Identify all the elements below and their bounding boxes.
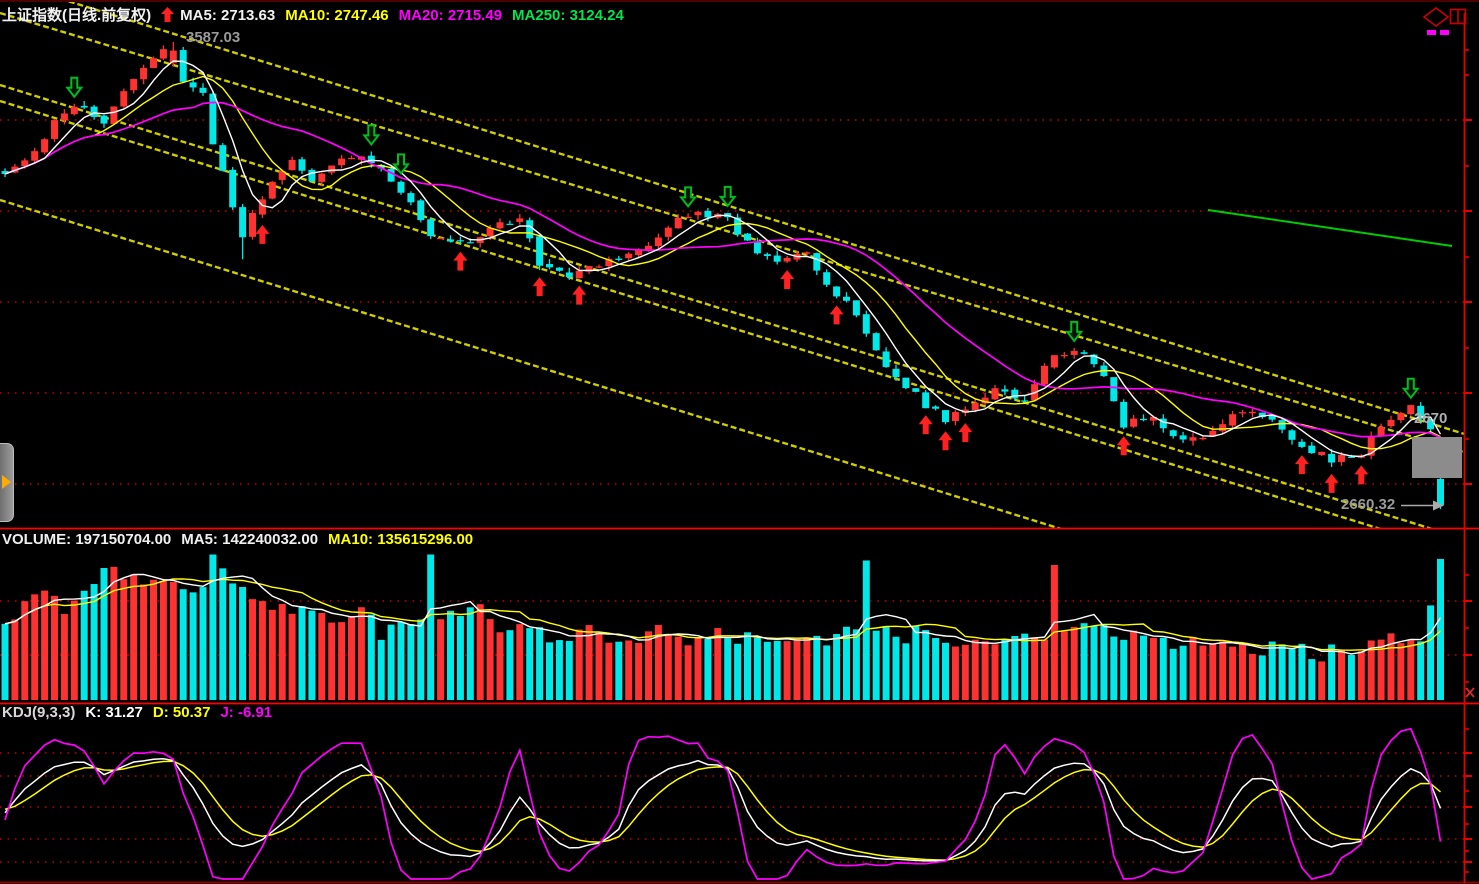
expand-arrow-icon (2, 475, 11, 489)
trend-channel-lines[interactable] (0, 0, 1464, 654)
volume-series (2, 555, 1445, 701)
buy-arrow-icon (533, 277, 547, 296)
sell-arrow-icon (681, 187, 695, 206)
sell-arrow-icon (1067, 322, 1081, 341)
panel-close-icon[interactable] (1466, 688, 1474, 697)
ma250-line (1208, 210, 1452, 246)
magenta-marker-left (1427, 30, 1436, 35)
buy-arrow-icon (780, 270, 794, 289)
sell-arrow-icon (67, 78, 81, 97)
buy-arrow-icon (830, 305, 844, 324)
topright-toolbar[interactable] (1424, 8, 1466, 35)
buy-arrow-icon (1117, 436, 1131, 455)
buy-arrow-icon (919, 415, 933, 434)
sell-arrow-icon (1404, 379, 1418, 398)
sidebar-expand-tab[interactable] (0, 443, 14, 522)
sell-arrow-icon (364, 125, 378, 144)
buy-arrow-icon (1354, 465, 1368, 484)
diamond-tool-icon (1424, 8, 1448, 26)
buy-arrow-icon (958, 423, 972, 442)
buy-arrow-icon (255, 225, 269, 244)
ma10-line (5, 77, 1441, 449)
ma5-line (5, 61, 1441, 457)
kdj-d-line (5, 761, 1441, 860)
buy-arrow-icon (939, 431, 953, 450)
buy-arrow-icon (1295, 455, 1309, 474)
buy-arrow-icon (453, 252, 467, 271)
gray-marker-box (1412, 437, 1462, 478)
candlestick-series (2, 42, 1445, 509)
chart-canvas[interactable] (0, 0, 1479, 884)
kdj-j-line (5, 729, 1441, 879)
buy-arrow-icon (572, 286, 586, 305)
stock-chart-application: 上证指数(日线.前复权)MA5: 2713.63MA10: 2747.46MA2… (0, 0, 1479, 884)
magenta-marker-right (1440, 30, 1449, 35)
kdj-k-line (5, 759, 1441, 861)
